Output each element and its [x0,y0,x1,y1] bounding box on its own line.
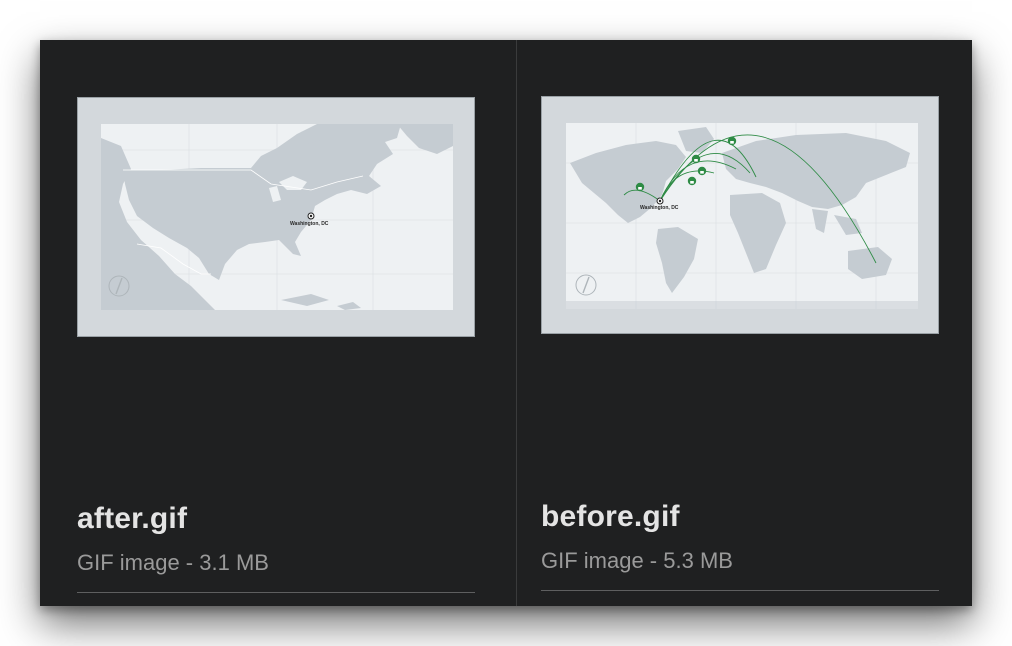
file-info: GIF image - 5.3 MB [541,548,733,573]
map-label: Washington, DC [640,205,679,211]
file-info: GIF image - 3.1 MB [77,550,269,575]
file-name: after.gif [77,502,188,535]
file-card-after[interactable]: Washington, DC after.gif GIF image - 3.1… [40,40,516,606]
file-card-before[interactable]: Washington, DC before.gif GIF image - 5.… [516,40,972,606]
divider [77,592,475,593]
map-preview-world: Washington, DC [566,123,918,309]
divider [541,590,939,591]
quick-look-window: Washington, DC after.gif GIF image - 3.1… [40,40,972,606]
thumbnail-after[interactable]: Washington, DC [77,97,475,337]
file-name: before.gif [541,500,680,533]
thumbnail-before[interactable]: Washington, DC [541,96,939,334]
map-label: Washington, DC [290,221,329,227]
map-preview-us: Washington, DC [101,124,453,310]
